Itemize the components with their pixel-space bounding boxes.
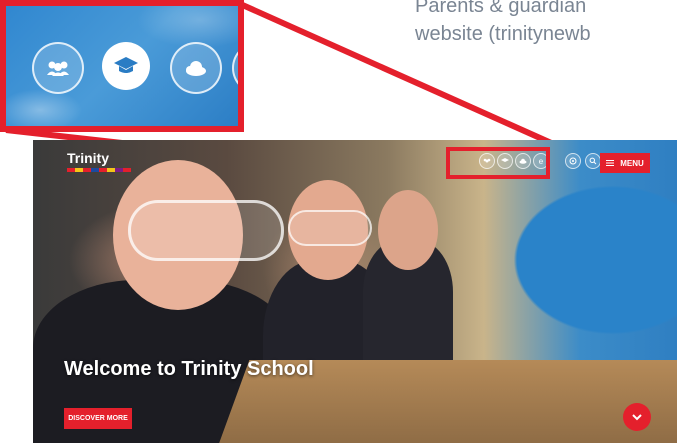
safety-goggles [128, 200, 284, 261]
logo-stripe [67, 168, 131, 172]
logo-stripe-segment [115, 168, 123, 172]
menu-label: MENU [620, 158, 644, 168]
logo-stripe-segment [91, 168, 99, 172]
logo-stripe-segment [67, 168, 75, 172]
safety-goggles [288, 210, 372, 246]
hero-title: Welcome to Trinity School [64, 358, 314, 380]
hamburger-icon [606, 159, 615, 168]
logo-stripe-segment [123, 168, 131, 172]
utility-icons [565, 153, 601, 169]
discover-more-button[interactable]: DISCOVER MORE [64, 408, 132, 429]
search-icon[interactable] [585, 153, 601, 169]
hero-image: Trinity e MENU Welcome to Trinity School… [33, 140, 677, 443]
accessibility-icon[interactable] [565, 153, 581, 169]
intro-line-2: website (trinitynewb [415, 23, 591, 45]
zoom-frame [0, 0, 244, 132]
intro-text: Parents & guardian website (trinitynewb [415, 0, 677, 48]
logo-stripe-segment [107, 168, 115, 172]
site-logo[interactable]: Trinity [67, 150, 131, 172]
student-face [378, 190, 438, 270]
logo-text: Trinity [67, 150, 110, 166]
scroll-down-button[interactable] [623, 403, 651, 431]
menu-button[interactable]: MENU [600, 153, 650, 173]
logo-stripe-segment [75, 168, 83, 172]
logo-stripe-segment [83, 168, 91, 172]
toolbar-highlight-box [446, 147, 550, 179]
logo-stripe-segment [99, 168, 107, 172]
chevron-down-icon [632, 410, 642, 424]
intro-line-1: Parents & guardian [415, 0, 587, 17]
